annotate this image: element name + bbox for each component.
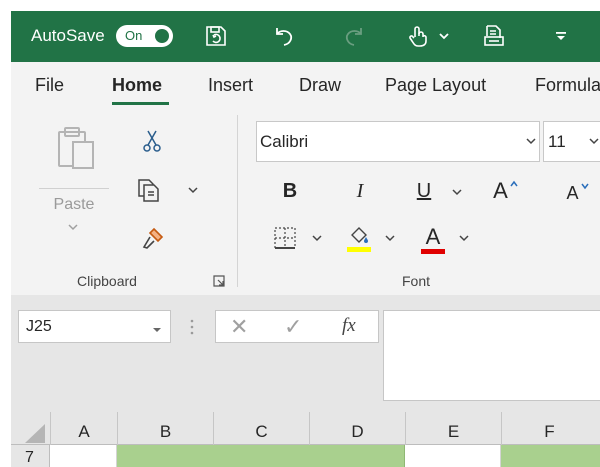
cancel-button[interactable]: ✕ [230,314,248,340]
select-all-button[interactable] [11,412,50,445]
ribbon-tabs: File Home Insert Draw Page Layout Formul… [11,62,600,110]
font-name-select[interactable]: Calibri [256,121,540,162]
chevron-down-icon[interactable] [434,22,454,50]
formula-bar-area: J25 ✕ ✓ fx [11,295,600,412]
autosave-toggle-state: On [125,28,143,43]
window-edge [0,0,11,467]
caret-down-icon [580,183,589,190]
customize-qat-icon[interactable] [549,22,573,50]
tab-page-layout[interactable]: Page Layout [385,75,486,96]
font-color-swatch [421,248,445,254]
select-all-triangle-icon [25,424,45,443]
column-header-d[interactable]: D [309,412,405,445]
formula-input[interactable] [383,310,600,401]
font-color-glyph: A [425,223,441,249]
format-painter-icon[interactable] [139,224,167,252]
paste-chevron-icon[interactable] [63,220,83,234]
grid-row: 7 [11,445,600,467]
font-color-icon[interactable]: A [419,222,447,256]
title-bar: AutoSave On [11,11,600,62]
font-name-value: Calibri [260,132,309,151]
column-header-e[interactable]: E [405,412,501,445]
undo-icon[interactable] [269,22,299,50]
font-group-label: Font [402,273,431,289]
column-header-c[interactable]: C [213,412,309,445]
paste-divider [39,188,109,189]
cell-a7[interactable] [50,445,117,467]
fill-color-chevron-icon[interactable] [382,230,398,246]
chevron-down-icon [152,322,162,340]
chevron-down-icon [588,134,600,152]
borders-icon[interactable] [271,224,299,252]
ribbon: Paste Clipboard Calibri 11 B I U A A A F… [11,110,600,295]
fill-color-icon[interactable] [345,222,373,254]
tab-formulas[interactable]: Formula [535,75,600,96]
italic-button[interactable]: I [349,178,371,204]
insert-function-button[interactable]: fx [342,315,356,337]
clipboard-group-label: Clipboard [77,273,137,289]
decrease-font-size-button[interactable]: A [561,178,595,208]
borders-chevron-icon[interactable] [309,230,325,246]
cell-f7[interactable] [501,445,600,467]
touch-mode-icon[interactable] [403,22,433,50]
redo-icon[interactable] [339,22,369,50]
autosave-label: AutoSave [31,26,105,45]
caret-up-icon [510,180,518,187]
cell-b7-d7-merged[interactable] [117,445,405,467]
grip-icon[interactable] [190,317,194,337]
tab-file[interactable]: File [35,75,64,96]
cut-icon[interactable] [139,128,165,154]
bold-button[interactable]: B [279,178,301,204]
shrink-font-glyph: A [566,182,579,203]
name-box-value: J25 [26,318,52,335]
tab-draw[interactable]: Draw [299,75,341,96]
active-tab-indicator [112,102,169,105]
enter-button[interactable]: ✓ [284,314,302,340]
increase-font-size-button[interactable]: A [489,176,523,206]
chevron-down-icon [525,134,537,152]
underline-chevron-icon[interactable] [449,184,465,200]
column-header-a[interactable]: A [50,412,117,445]
toggle-knob [155,29,169,43]
name-box[interactable]: J25 [18,310,171,343]
cell-e7[interactable] [405,445,501,467]
font-size-value: 11 [548,132,566,151]
group-separator [237,115,238,287]
underline-button[interactable]: U [413,178,435,204]
grow-font-glyph: A [493,178,508,203]
copy-icon[interactable] [135,176,161,204]
dialog-launcher-icon[interactable] [212,274,226,288]
column-header-f[interactable]: F [501,412,597,445]
row-header-7[interactable]: 7 [11,445,50,467]
paste-icon[interactable] [49,122,105,176]
column-headers: A B C D E F [11,412,600,445]
paste-label[interactable]: Paste [39,194,109,216]
autosave-toggle[interactable]: On [116,25,173,47]
column-header-b[interactable]: B [117,412,213,445]
copy-chevron-icon[interactable] [185,182,201,198]
tab-home[interactable]: Home [112,75,162,96]
font-color-chevron-icon[interactable] [456,230,472,246]
formula-controls: ✕ ✓ fx [215,310,379,343]
save-icon[interactable] [201,22,231,50]
font-size-select[interactable]: 11 [543,121,600,162]
tab-insert[interactable]: Insert [208,75,253,96]
print-preview-icon[interactable] [479,22,509,50]
